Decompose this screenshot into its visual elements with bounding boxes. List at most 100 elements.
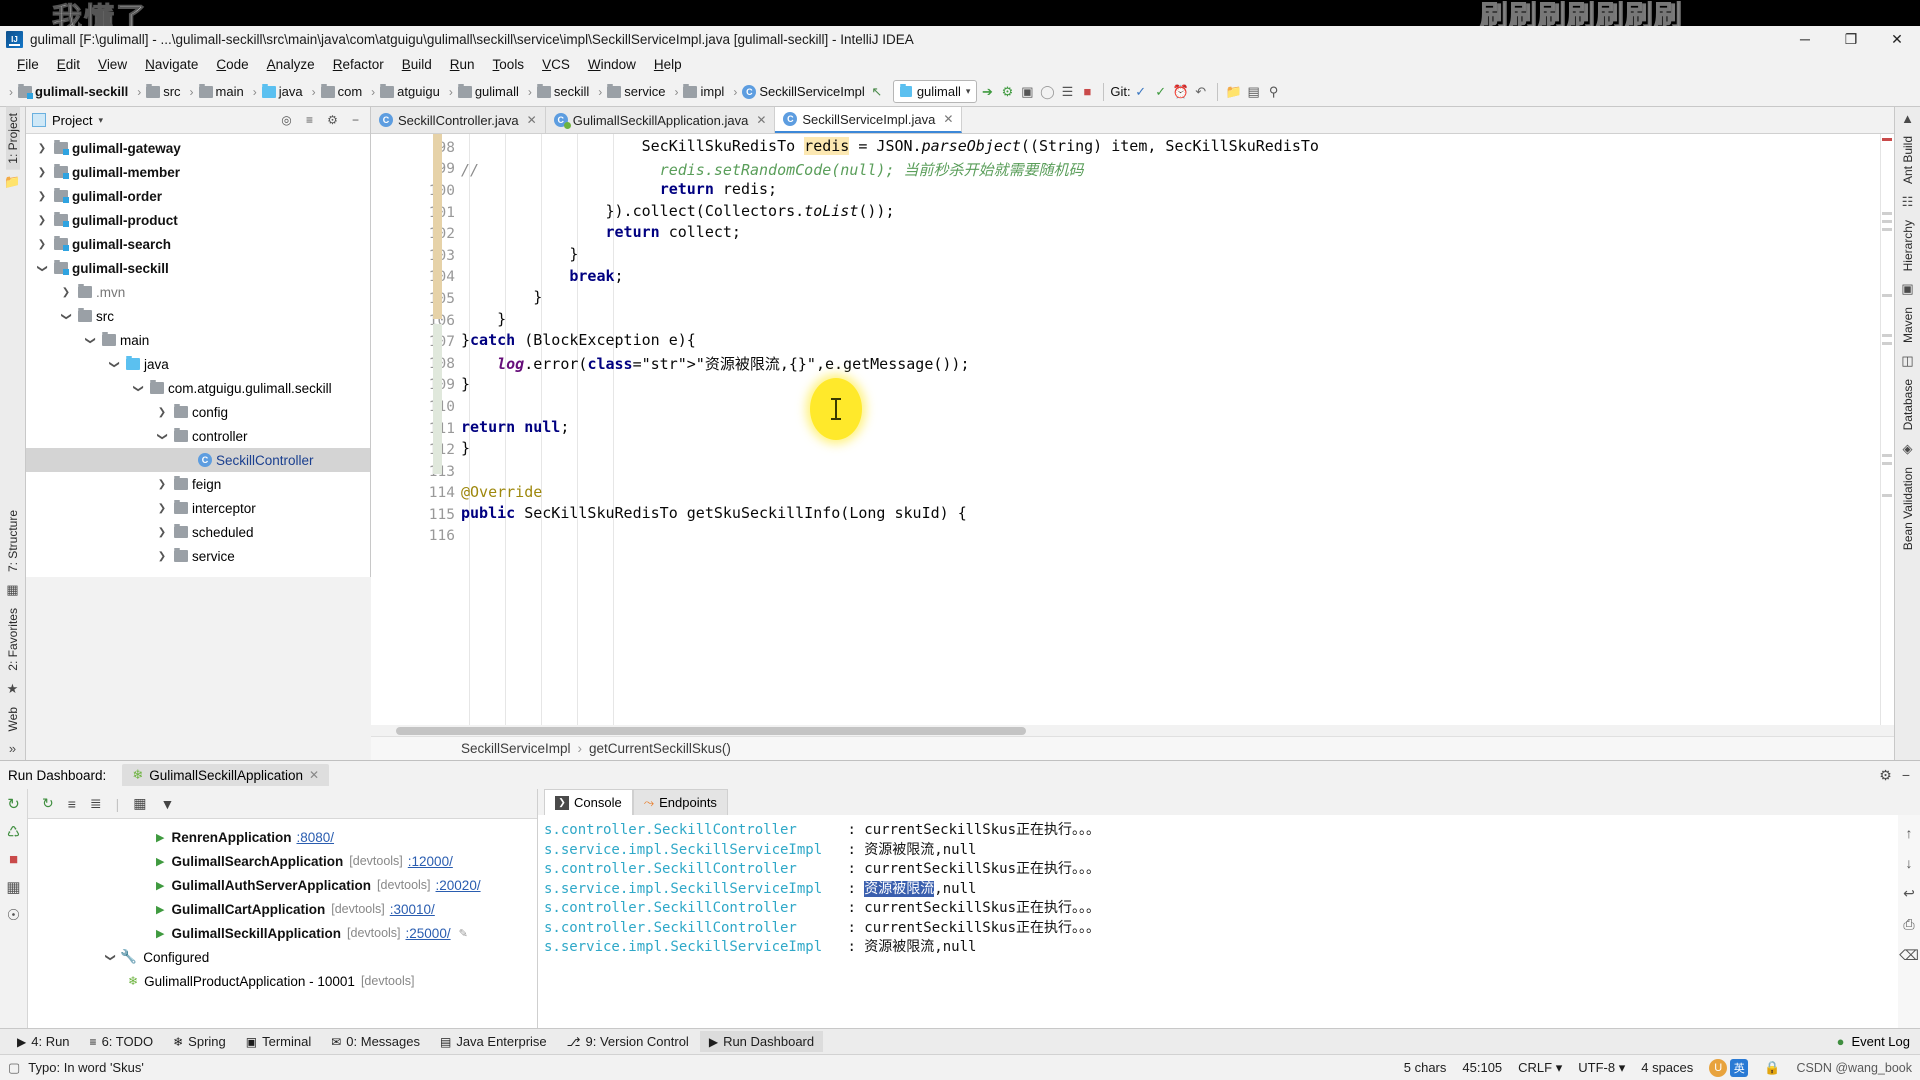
bottom-tab-6--todo[interactable]: ≡6: TODO (81, 1031, 163, 1052)
menu-view[interactable]: View (89, 55, 136, 74)
breadcrumb-java[interactable]: ›java (246, 84, 305, 99)
history-icon[interactable]: ⏰ (1171, 82, 1191, 102)
menu-vcs[interactable]: VCS (533, 55, 579, 74)
tree-node-gulimall-order[interactable]: ❯gulimall-order (26, 184, 370, 208)
run-config-item-gulimallcartapplication[interactable]: ▶GulimallCartApplication[devtools]:30010… (28, 897, 537, 921)
close-icon[interactable]: ✕ (943, 112, 953, 126)
bottom-tab-9--version-control[interactable]: ⎇9: Version Control (558, 1031, 698, 1052)
tree-node-gulimall-gateway[interactable]: ❯gulimall-gateway (26, 136, 370, 160)
line-separator[interactable]: CRLF ▾ (1518, 1060, 1562, 1076)
menu-navigate[interactable]: Navigate (136, 55, 207, 74)
locate-icon[interactable]: ◎ (278, 112, 295, 129)
gutter-line-113[interactable]: 113 (371, 461, 461, 483)
chevron-right-icon[interactable]: ❯ (154, 407, 170, 418)
tree-node-gulimall-search[interactable]: ❯gulimall-search (26, 232, 370, 256)
filter-icon[interactable]: ▼ (161, 796, 175, 812)
hide-icon[interactable]: − (1902, 767, 1910, 784)
run-dashboard-active-tab[interactable]: ❄ GulimallSeckillApplication ✕ (122, 764, 329, 786)
database-icon[interactable]: ◫ (1901, 349, 1913, 373)
error-stripe[interactable] (1880, 134, 1894, 725)
chevron-right-icon[interactable]: ❯ (154, 503, 170, 514)
breadcrumb-seckill[interactable]: ›seckill (521, 84, 591, 99)
gutter-line-110[interactable]: 110 (371, 396, 461, 418)
tree-node-interceptor[interactable]: ❯interceptor (26, 496, 370, 520)
chevron-down-icon[interactable]: ❯ (133, 380, 144, 396)
settings-gear-icon[interactable]: ⚙ (324, 112, 341, 129)
maven-icon[interactable]: ▣ (1901, 277, 1913, 301)
menu-code[interactable]: Code (207, 55, 257, 74)
gutter-line-99[interactable]: 99 (371, 159, 461, 181)
menu-refactor[interactable]: Refactor (324, 55, 393, 74)
layout-icon[interactable]: ▦ (6, 878, 20, 896)
edit-icon[interactable]: ✎ (459, 927, 468, 940)
configured-group[interactable]: ❯🔧Configured (28, 945, 537, 969)
editor-viewport[interactable]: 9899100101−102103−104105−106−107−108109−… (371, 134, 1894, 725)
gutter-line-108[interactable]: 108 (371, 353, 461, 375)
search-everywhere-icon[interactable]: ⚲ (1264, 82, 1284, 102)
breadcrumb-service[interactable]: ›service (591, 84, 667, 99)
commit-icon[interactable]: ✓ (1151, 82, 1171, 102)
tree-node-src[interactable]: ❯src (26, 304, 370, 328)
gutter-line-116[interactable]: 116 (371, 526, 461, 548)
collapse-all-icon[interactable]: ≡ (301, 112, 318, 129)
bottom-tab-0--messages[interactable]: ✉0: Messages (322, 1031, 429, 1052)
editor-tab-seckillcontroller-java[interactable]: CSeckillController.java✕ (371, 107, 546, 133)
clear-all-icon[interactable]: ⌫ (1899, 947, 1919, 964)
gutter-line-111[interactable]: 111 (371, 418, 461, 440)
expand-strip-icon[interactable]: » (9, 737, 16, 760)
gutter-line-104[interactable]: 104 (371, 267, 461, 289)
bean-icon[interactable]: ◈ (1903, 437, 1913, 461)
breadcrumb-src[interactable]: ›src (130, 84, 182, 99)
structure-folder-icon[interactable]: 📁 (4, 170, 20, 194)
menu-tools[interactable]: Tools (484, 55, 534, 74)
chevron-right-icon[interactable]: ❯ (154, 479, 170, 490)
bottom-tab-run-dashboard[interactable]: ▶Run Dashboard (700, 1031, 823, 1052)
profile-icon[interactable]: ◯ (1037, 82, 1057, 102)
tool-window-favorites[interactable]: 2: Favorites (6, 602, 20, 677)
chevron-right-icon[interactable]: ❯ (154, 527, 170, 538)
close-button[interactable]: ✕ (1874, 26, 1920, 52)
chevron-down-icon[interactable]: ❯ (61, 308, 72, 324)
tree-node-config[interactable]: ❯config (26, 400, 370, 424)
menu-window[interactable]: Window (579, 55, 645, 74)
gutter-line-109[interactable]: 109− (371, 375, 461, 397)
group-icon[interactable]: ▦ (133, 795, 146, 812)
file-encoding[interactable]: UTF-8 ▾ (1578, 1060, 1625, 1076)
chevron-right-icon[interactable]: ❯ (34, 167, 50, 178)
gutter-line-103[interactable]: 103− (371, 245, 461, 267)
tool-window-bean-validation[interactable]: Bean Validation (1901, 461, 1915, 556)
breadcrumb-gulimall-seckill[interactable]: ›gulimall-seckill (2, 84, 130, 99)
breadcrumb-method[interactable]: getCurrentSeckillSkus() (589, 741, 731, 756)
tool-window-project[interactable]: 1: Project (6, 107, 20, 170)
tree-node-seckillcontroller[interactable]: CSeckillController (26, 448, 370, 472)
scroll-down-icon[interactable]: ↓ (1906, 855, 1913, 871)
close-icon[interactable]: ✕ (527, 113, 537, 127)
editor-gutter[interactable]: 9899100101−102103−104105−106−107−108109−… (371, 134, 461, 725)
chevron-right-icon[interactable]: ❯ (34, 215, 50, 226)
chevron-right-icon[interactable]: ❯ (34, 239, 50, 250)
print-icon[interactable]: ⎙ (1903, 916, 1914, 933)
tree-node--mvn[interactable]: ❯.mvn (26, 280, 370, 304)
gutter-line-107[interactable]: 107− (371, 331, 461, 353)
code-text-area[interactable]: SecKillSkuRedisTo redis = JSON.parseObje… (461, 134, 1894, 725)
editor-tab-seckillserviceimpl-java[interactable]: CSeckillServiceImpl.java✕ (775, 107, 962, 133)
menu-analyze[interactable]: Analyze (258, 55, 324, 74)
stop-icon[interactable]: ■ (1077, 82, 1097, 102)
gutter-line-100[interactable]: 100 (371, 180, 461, 202)
chevron-right-icon[interactable]: ❯ (34, 143, 50, 154)
gutter-line-102[interactable]: 102 (371, 223, 461, 245)
console-output-body[interactable]: s.controller.SeckillController : current… (538, 815, 1920, 1028)
tree-node-gulimall-member[interactable]: ❯gulimall-member (26, 160, 370, 184)
indent-setting[interactable]: 4 spaces (1641, 1060, 1693, 1075)
chevron-right-icon[interactable]: ❯ (58, 287, 74, 298)
caret-position[interactable]: 45:105 (1462, 1060, 1502, 1075)
debug-icon[interactable]: ♺ (7, 823, 20, 841)
tree-node-main[interactable]: ❯main (26, 328, 370, 352)
scroll-up-icon[interactable]: ↑ (1906, 825, 1913, 841)
editor-horizontal-scrollbar[interactable] (371, 725, 1894, 736)
run-config-item-renrenapplication[interactable]: ▶RenrenApplication:8080/ (28, 825, 537, 849)
tool-window-web[interactable]: Web (6, 701, 20, 737)
gutter-line-114[interactable]: 114 (371, 483, 461, 505)
gutter-line-101[interactable]: 101− (371, 202, 461, 224)
tree-node-gulimall-product[interactable]: ❯gulimall-product (26, 208, 370, 232)
